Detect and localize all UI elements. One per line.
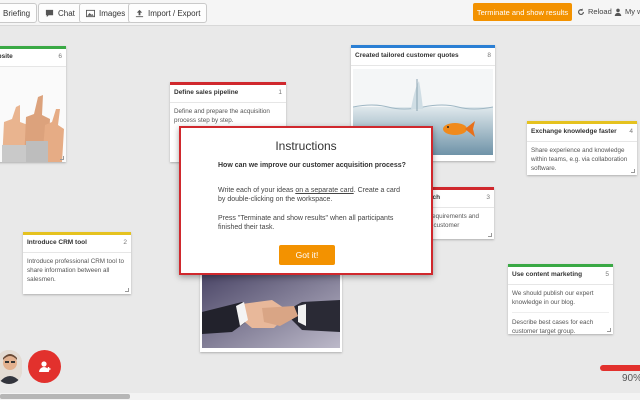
instructions-modal: Instructions How can we improve our cust… (179, 126, 433, 275)
got-it-button[interactable]: Got it! (279, 245, 335, 265)
participant-avatar[interactable] (0, 350, 22, 384)
handshake-image (202, 272, 340, 348)
images-button[interactable]: Images (79, 3, 133, 23)
card-research[interactable]: rch 3 requirements and t customer (424, 187, 494, 239)
modal-instruction-2: Press "Terminate and show results" when … (218, 215, 394, 232)
modal-instruction-1: Write each of your ideas on a separate c… (218, 187, 400, 204)
card-use-content-marketing[interactable]: Use content marketing 5 We should publis… (508, 264, 613, 335)
import-export-button[interactable]: Import / Export (128, 3, 208, 23)
chat-button[interactable]: Chat (38, 3, 82, 23)
reload-icon (578, 7, 584, 15)
terminate-button[interactable]: Terminate and show results (473, 3, 572, 21)
avatar-image (0, 350, 22, 384)
user-icon (614, 8, 622, 16)
zoom-bar (600, 365, 640, 371)
thumbs-up-image (0, 67, 66, 162)
reload-button[interactable]: Reload (577, 7, 612, 16)
card-exchange-knowledge[interactable]: Exchange knowledge faster 4 Share experi… (527, 121, 637, 175)
card-website[interactable]: ebsite 6 (0, 46, 66, 162)
separate-card-link[interactable]: on a separate card (295, 187, 353, 194)
upload-icon (135, 9, 144, 17)
my-workspace-menu[interactable]: My w (614, 7, 640, 16)
add-participant-button[interactable] (28, 350, 61, 383)
card-introduce-crm-tool[interactable]: Introduce CRM tool 2 Introduce professio… (23, 232, 131, 294)
image-icon (86, 9, 95, 17)
scrollbar-thumb[interactable] (0, 394, 130, 399)
toolbar: Briefing Chat Images Import / Export Ter… (0, 0, 640, 26)
modal-title: Instructions (275, 139, 337, 153)
modal-question: How can we improve our customer acquisit… (218, 162, 406, 169)
chat-icon (45, 9, 54, 17)
card-handshake[interactable] (200, 268, 342, 352)
briefing-button[interactable]: Briefing (0, 3, 38, 23)
zoom-level: 90% (622, 373, 640, 384)
add-user-icon (38, 360, 50, 372)
